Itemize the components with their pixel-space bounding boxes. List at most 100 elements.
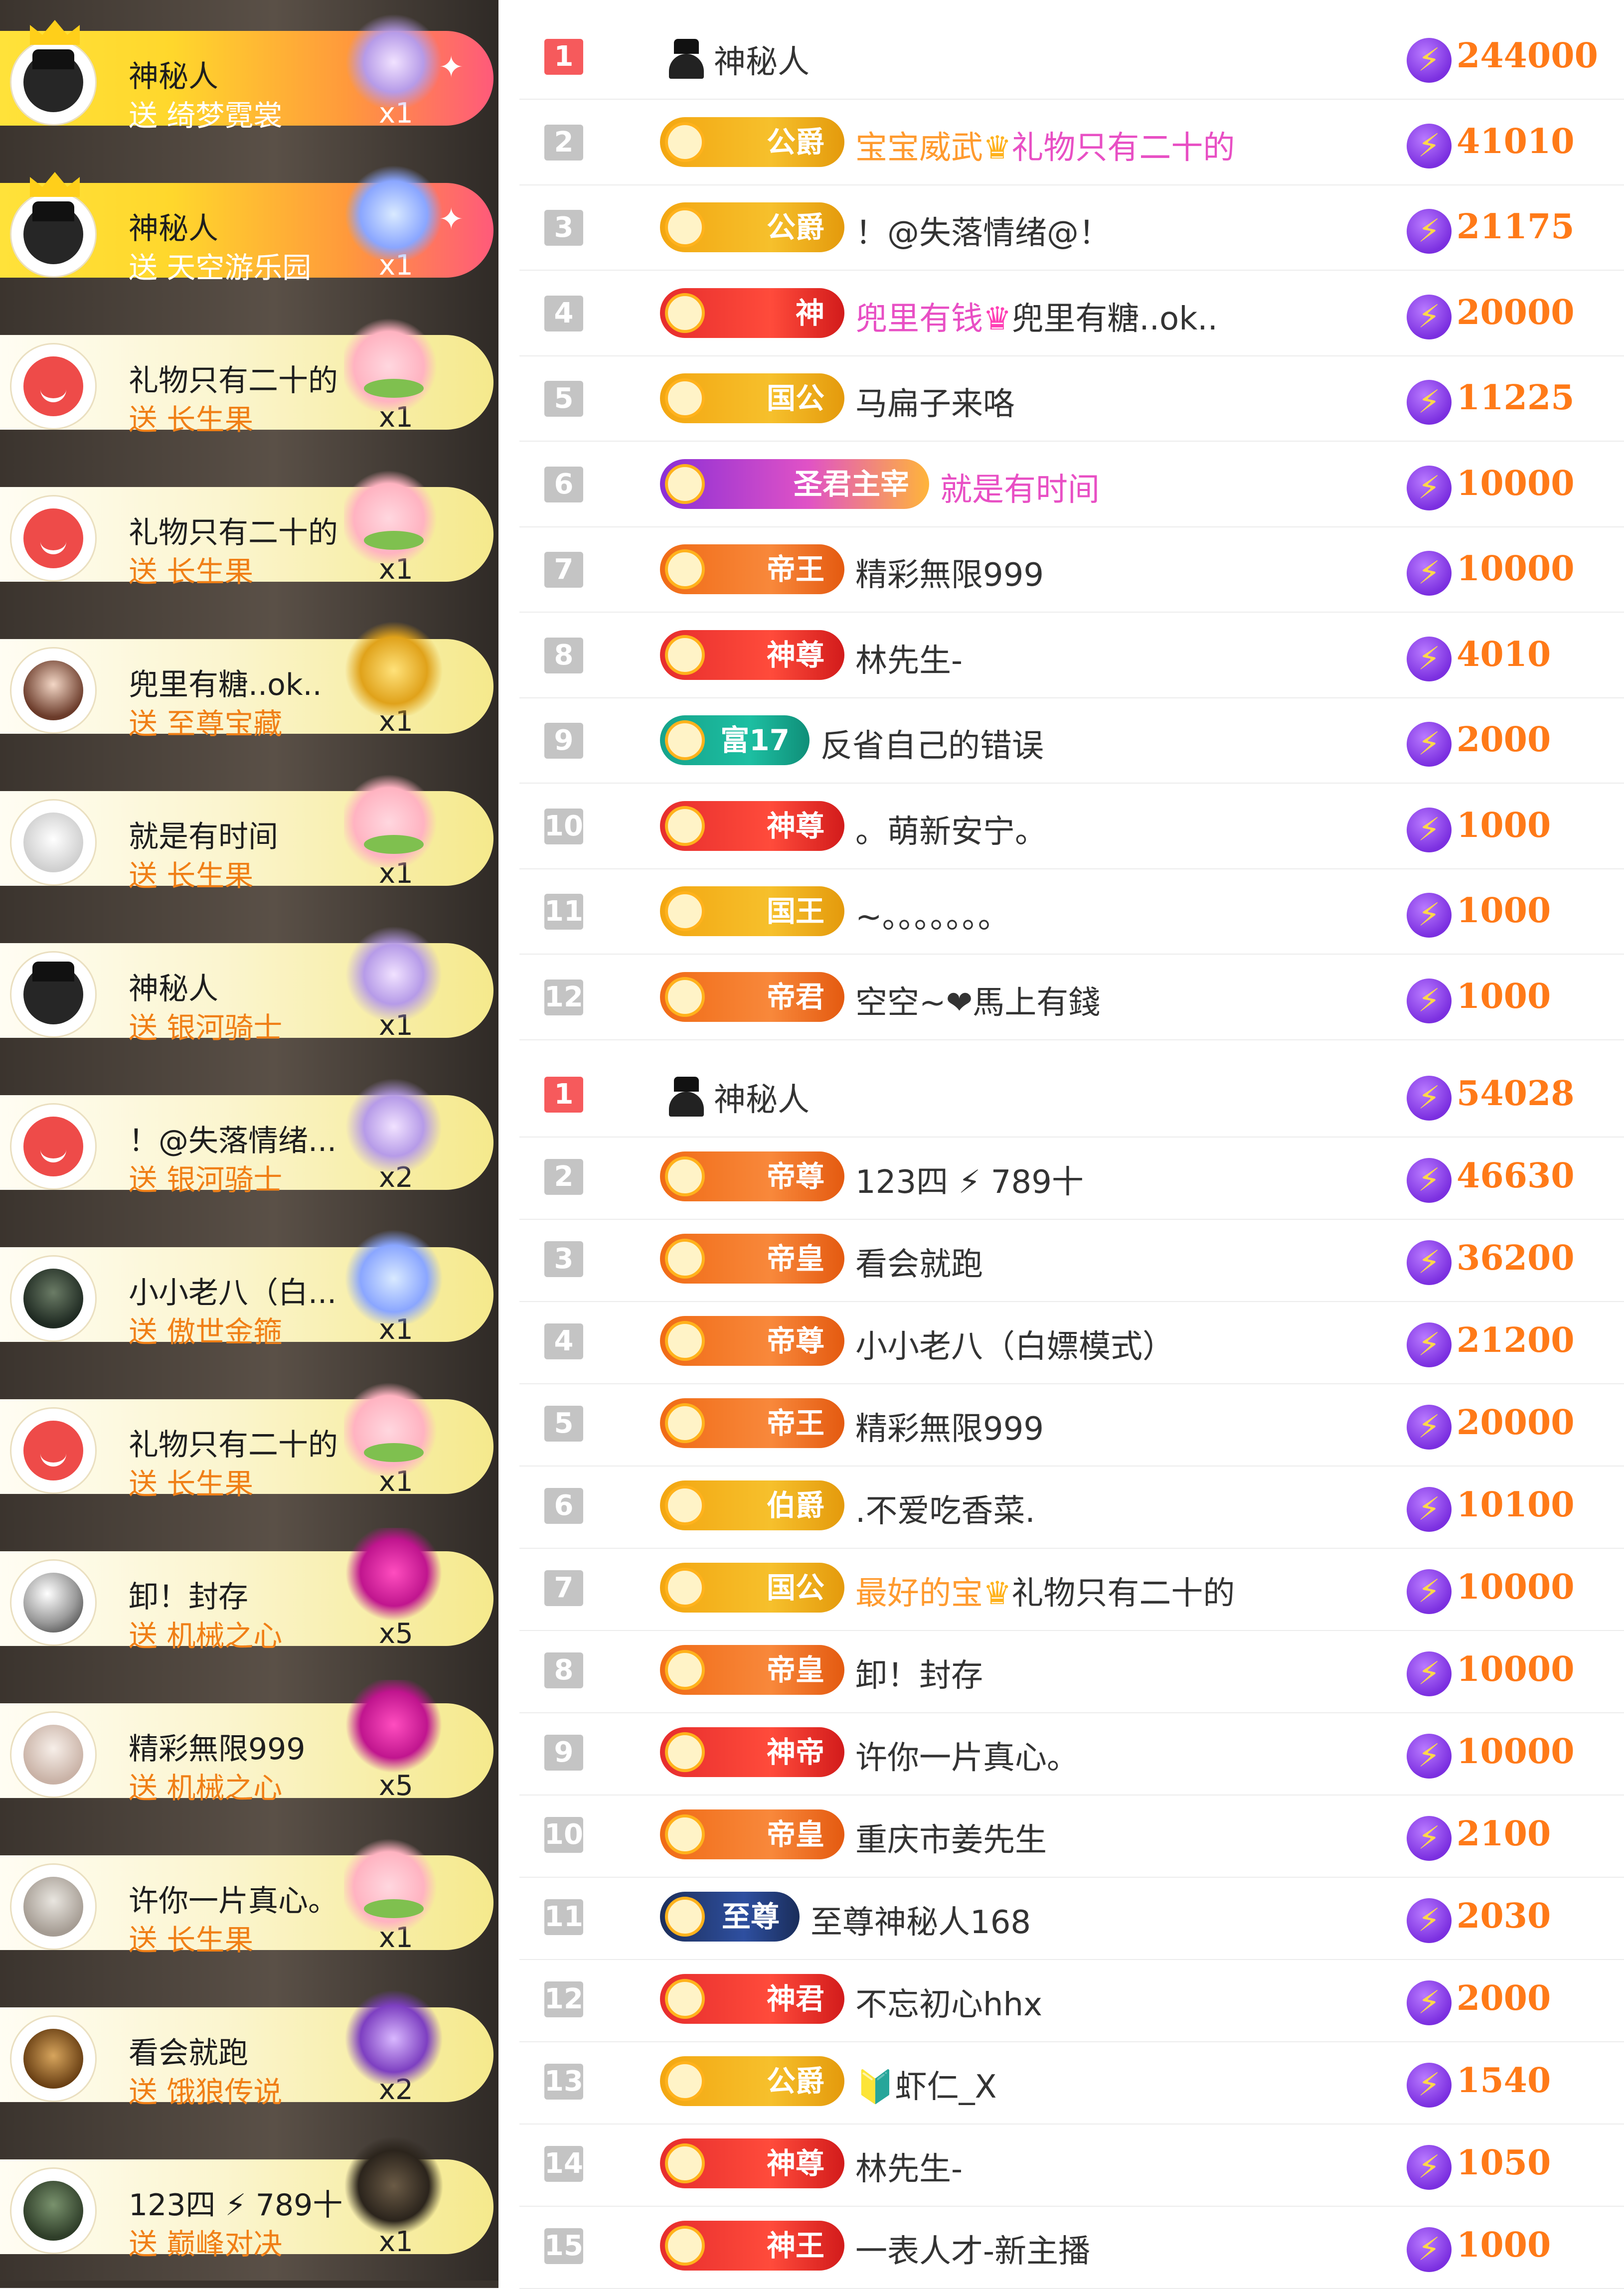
gift-feed-item[interactable]: 123四 ⚡ 789十送 巅峰对决 x1: [0, 2128, 498, 2281]
avatar[interactable]: [10, 39, 97, 126]
sender-name: 礼物只有二十的: [129, 515, 338, 550]
heart-gift-icon: [344, 1680, 444, 1780]
ranking-row[interactable]: 12 帝君 空空~❤馬上有錢 ⚡ 1000: [519, 955, 1624, 1040]
avatar[interactable]: [10, 951, 97, 1038]
ranking-row[interactable]: 11 至尊 至尊神秘人168 ⚡ 2030: [519, 1874, 1624, 1960]
ranking-row[interactable]: 3 公爵 ！@失落情绪@！ ⚡ 21175: [519, 185, 1624, 271]
gift-feed-item[interactable]: 神秘人送 天空游乐园 x1 ✦: [0, 152, 498, 304]
ranking-row[interactable]: 5 国公 马扁子来咯 ⚡ 11225: [519, 356, 1624, 442]
ranking-row[interactable]: 7 国公 最好的宝♛礼物只有二十的 ⚡ 10000: [519, 1545, 1624, 1631]
gift-feed-item[interactable]: 就是有时间送 长生果 x1: [0, 760, 498, 912]
rank-badge-label: 帝尊: [766, 1159, 824, 1193]
user-name: 至尊神秘人168: [811, 1897, 1031, 1943]
ranking-row[interactable]: 12 神君 不忘初心hhx ⚡ 2000: [519, 1957, 1624, 2042]
avatar[interactable]: [10, 1863, 97, 1950]
ranking-row[interactable]: 4 帝尊 小小老八（白嫖模式） ⚡ 21200: [519, 1299, 1624, 1384]
ranking-row[interactable]: 1 神秘人 ⚡ 244000: [519, 14, 1624, 100]
gift-feed-item[interactable]: 礼物只有二十的送 长生果 x1: [0, 304, 498, 456]
ranking-row[interactable]: 14 神尊 林先生- ⚡ 1050: [519, 2121, 1624, 2207]
mystery-user-icon: [669, 1077, 704, 1117]
ranking-row[interactable]: 1 神秘人 ⚡ 54028: [519, 1052, 1624, 1138]
gift-feed-item[interactable]: 礼物只有二十的送 长生果 x1: [0, 1368, 498, 1520]
sender-name: ！@失落情绪...: [129, 1124, 337, 1158]
gift-feed-item[interactable]: 礼物只有二十的送 长生果 x1: [0, 456, 498, 608]
avatar[interactable]: [10, 1711, 97, 1798]
ranking-row[interactable]: 2 公爵 宝宝威武♛礼物只有二十的 ⚡ 41010: [519, 100, 1624, 185]
lightning-icon: ⚡: [1407, 722, 1452, 767]
ranking-row[interactable]: 9 富17 反省自己的错误 ⚡ 2000: [519, 698, 1624, 784]
ranking-row[interactable]: 11 国王 ~。。。。。。。 ⚡ 1000: [519, 869, 1624, 955]
score-value: 41010: [1457, 121, 1575, 162]
ranking-row[interactable]: 15 神王 一表人才-新主播 ⚡ 1000: [519, 2203, 1624, 2289]
ranking-row[interactable]: 2 帝尊 123四 ⚡ 789十 ⚡ 46630: [519, 1134, 1624, 1220]
avatar[interactable]: [10, 1255, 97, 1342]
user-name: ~。。。。。。。: [855, 891, 1010, 937]
gift-feed-item[interactable]: 精彩無限999 送 机械之心 x5: [0, 1672, 498, 1824]
ranking-row[interactable]: 5 帝王 精彩無限999 ⚡ 20000: [519, 1381, 1624, 1467]
rank-number: 3: [544, 1241, 583, 1277]
lightning-icon: ⚡: [1407, 123, 1452, 168]
user-name: ！@失落情绪@！: [855, 207, 1111, 253]
score-value: 1000: [1457, 891, 1551, 931]
user-name-part: ~。。。。。。。: [855, 899, 1010, 936]
lightning-icon: ⚡: [1407, 1240, 1452, 1285]
badge-emblem-icon: [665, 122, 705, 162]
score-value: 21175: [1457, 207, 1575, 247]
ranking-row[interactable]: 8 神尊 林先生- ⚡ 4010: [519, 613, 1624, 698]
badge-emblem-icon: [665, 2226, 705, 2266]
gift-feed-item[interactable]: 神秘人送 银河骑士 x1: [0, 912, 498, 1064]
user-name-part: 小小老八（白嫖模式）: [855, 1328, 1174, 1365]
user-name: 就是有时间: [940, 464, 1100, 510]
avatar[interactable]: [10, 647, 97, 734]
rank-number: 4: [544, 1323, 583, 1359]
gift-feed-item[interactable]: ！@失落情绪... 送 银河骑士 x2: [0, 1064, 498, 1216]
ranking-row[interactable]: 10 帝皇 重庆市姜先生 ⚡ 2100: [519, 1792, 1624, 1878]
user-name-part: 精彩無限999: [855, 1411, 1044, 1448]
purple-gift-icon: [344, 1984, 444, 2084]
ranking-row[interactable]: 6 伯爵 .不爱吃香菜. ⚡ 10100: [519, 1463, 1624, 1549]
gift-name: 送 傲世金箍: [129, 1315, 283, 1349]
avatar[interactable]: [10, 495, 97, 582]
ranking-row[interactable]: 10 神尊 。萌新安宁。 ⚡ 1000: [519, 784, 1624, 869]
avatar[interactable]: [10, 1407, 97, 1494]
badge-emblem-icon: [665, 2061, 705, 2101]
user-name: 空空~❤馬上有錢: [855, 977, 1100, 1023]
avatar[interactable]: [10, 343, 97, 430]
avatar[interactable]: [10, 2015, 97, 2102]
ranking-row[interactable]: 7 帝王 精彩無限999 ⚡ 10000: [519, 527, 1624, 613]
user-name-part: 最好的宝: [855, 1575, 983, 1612]
user-name-part: 兜里有钱: [855, 300, 983, 337]
lightning-icon: ⚡: [1407, 294, 1452, 339]
gift-feed-item[interactable]: 看会就跑送 饿狼传说 x2: [0, 1976, 498, 2128]
rank-number: 7: [544, 1570, 583, 1606]
ranking-row[interactable]: 6 圣君主宰 就是有时间 ⚡ 10000: [519, 442, 1624, 527]
avatar[interactable]: [10, 1103, 97, 1190]
avatar[interactable]: [10, 799, 97, 886]
rank-badge-label: 神帝: [766, 1735, 824, 1769]
gift-name: 送 天空游乐园: [129, 251, 312, 285]
gift-feed-item[interactable]: 许你一片真心。送 长生果 x1: [0, 1824, 498, 1976]
user-name-part: .不爱吃香菜.: [855, 1493, 1035, 1530]
rank-badge-label: 公爵: [766, 2064, 824, 2098]
rank-badge: 神: [660, 288, 844, 338]
ranking-row[interactable]: 8 帝皇 卸！封存 ⚡ 10000: [519, 1628, 1624, 1713]
score-value: 10000: [1457, 463, 1575, 503]
gift-feed-item[interactable]: 卸！封存送 机械之心 x5: [0, 1520, 498, 1672]
ranking-row[interactable]: 9 神帝 许你一片真心。 ⚡ 10000: [519, 1710, 1624, 1796]
ranking-row[interactable]: 13 公爵 🔰虾仁_X ⚡ 1540: [519, 2039, 1624, 2125]
ranking-row[interactable]: 3 帝皇 看会就跑 ⚡ 36200: [519, 1216, 1624, 1302]
gift-feed-item[interactable]: 神秘人送 绮梦霓裳 x1 ✦: [0, 0, 498, 152]
sender-name: 许你一片真心。: [129, 1884, 338, 1919]
avatar-image: [23, 1877, 83, 1937]
ranking-row[interactable]: 4 神兜里有钱♛兜里有糖..ok.. ⚡ 20000: [519, 271, 1624, 356]
avatar[interactable]: [10, 191, 97, 278]
crown-icon: ♛: [983, 129, 1012, 166]
avatar-image: [23, 1573, 83, 1633]
gift-feed-item[interactable]: 兜里有糖..ok.. 送 至尊宝藏 x1: [0, 608, 498, 760]
gift-feed-item[interactable]: 小小老八（白... 送 傲世金箍 x1: [0, 1216, 498, 1368]
rank-badge: 圣君主宰: [660, 459, 929, 509]
avatar[interactable]: [10, 2167, 97, 2254]
lightning-icon: ⚡: [1407, 1322, 1452, 1367]
avatar[interactable]: [10, 1559, 97, 1646]
lightning-icon: ⚡: [1407, 551, 1452, 596]
